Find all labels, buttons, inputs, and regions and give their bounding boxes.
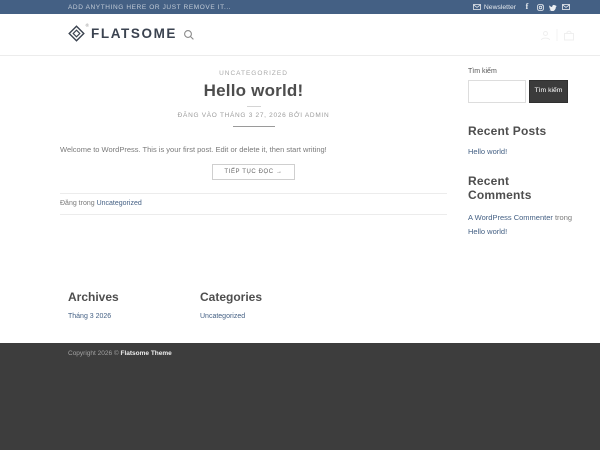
registered-mark: ® bbox=[86, 23, 89, 28]
cart-icon[interactable] bbox=[563, 30, 575, 41]
sidebar-search-button[interactable]: Tìm kiếm bbox=[529, 80, 568, 103]
post-footer-meta: Đăng trong Uncategorized bbox=[60, 193, 447, 215]
facebook-icon[interactable]: f bbox=[523, 3, 531, 11]
search-icon[interactable] bbox=[183, 29, 195, 41]
post-title[interactable]: Hello world! bbox=[60, 81, 447, 101]
sidebar-search-label: Tìm kiếm bbox=[468, 68, 574, 75]
sidebar-search-input[interactable] bbox=[468, 80, 526, 103]
recent-posts-widget: Recent Posts Hello world! bbox=[468, 124, 574, 159]
recent-comments-widget: Recent Comments A WordPress Commenter tr… bbox=[468, 174, 574, 240]
archives-widget: Archives Tháng 3 2026 bbox=[68, 290, 119, 323]
read-more-button[interactable]: TIẾP TỤC ĐỌC → bbox=[212, 164, 294, 180]
account-icon[interactable] bbox=[540, 30, 551, 41]
header-divider bbox=[556, 29, 558, 41]
comment-post-link[interactable]: Hello world! bbox=[468, 227, 507, 236]
copyright-prefix: Copyright 2026 © bbox=[68, 350, 121, 357]
posted-in-label: Đăng trong bbox=[60, 200, 97, 207]
absolute-footer: Copyright 2026 © Flatsome Theme bbox=[0, 343, 600, 450]
newsletter-label: Newsletter bbox=[484, 4, 516, 11]
flatsome-logo-icon: ® bbox=[68, 25, 85, 42]
theme-link[interactable]: Flatsome Theme bbox=[121, 350, 172, 357]
meta-divider bbox=[233, 126, 275, 127]
recent-comments-title: Recent Comments bbox=[468, 174, 574, 202]
twitter-icon[interactable] bbox=[549, 3, 557, 11]
post-article: UNCATEGORIZED Hello world! ĐĂNG VÀO THÁN… bbox=[60, 56, 447, 215]
sidebar-search-form: Tìm kiếm bbox=[468, 80, 574, 103]
sidebar: Tìm kiếm Tìm kiếm Recent Posts Hello wor… bbox=[468, 56, 574, 240]
newsletter-link[interactable]: Newsletter bbox=[473, 4, 516, 11]
social-icons: f bbox=[523, 3, 570, 11]
category-link[interactable]: Uncategorized bbox=[200, 313, 245, 320]
recent-post-link[interactable]: Hello world! bbox=[468, 147, 507, 156]
title-divider bbox=[247, 106, 261, 107]
instagram-icon[interactable] bbox=[536, 3, 544, 11]
copyright-text: Copyright 2026 © Flatsome Theme bbox=[0, 343, 600, 357]
topbar-message: ADD ANYTHING HERE OR JUST REMOVE IT... bbox=[68, 4, 231, 11]
archives-title: Archives bbox=[68, 290, 119, 304]
categories-widget: Categories Uncategorized bbox=[200, 290, 262, 323]
comment-author-link[interactable]: A WordPress Commenter bbox=[468, 213, 553, 222]
categories-title: Categories bbox=[200, 290, 262, 304]
post-meta: ĐĂNG VÀO THÁNG 3 27, 2026 BỞI ADMIN bbox=[60, 112, 447, 119]
recent-posts-title: Recent Posts bbox=[468, 124, 574, 138]
archive-month-link[interactable]: Tháng 3 2026 bbox=[68, 313, 111, 320]
post-excerpt: Welcome to WordPress. This is your first… bbox=[60, 144, 447, 155]
footer-widgets: Archives Tháng 3 2026 Categories Uncateg… bbox=[0, 280, 600, 343]
header-secondary-icons bbox=[540, 29, 575, 41]
topbar-right: Newsletter f bbox=[473, 3, 570, 11]
email-icon[interactable] bbox=[562, 3, 570, 11]
posted-in-category-link[interactable]: Uncategorized bbox=[97, 200, 142, 207]
post-category-label[interactable]: UNCATEGORIZED bbox=[60, 70, 447, 77]
flatsome-blog-page: ADD ANYTHING HERE OR JUST REMOVE IT... N… bbox=[0, 0, 600, 450]
newsletter-envelope-icon bbox=[473, 4, 481, 10]
top-bar: ADD ANYTHING HERE OR JUST REMOVE IT... N… bbox=[0, 0, 600, 14]
comment-in-label: trong bbox=[553, 213, 572, 222]
logo-text: FLATSOME bbox=[91, 26, 177, 41]
recent-comment-item: A WordPress Commenter trong Hello world! bbox=[468, 211, 574, 240]
site-header: ® FLATSOME bbox=[0, 14, 600, 56]
site-logo[interactable]: ® FLATSOME bbox=[68, 25, 177, 42]
